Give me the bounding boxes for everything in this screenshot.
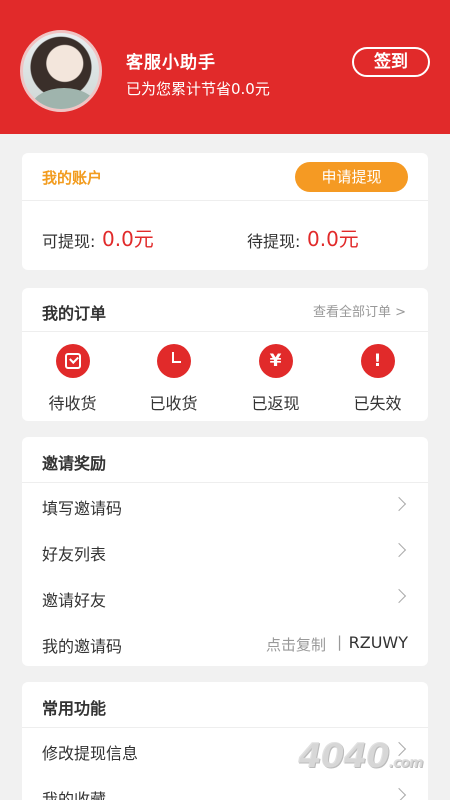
divider (22, 200, 428, 201)
saved-amount-text: 已为您累计节省0.0元 (126, 80, 270, 98)
invite-card: 邀请奖励 填写邀请码 好友列表 邀请好友 我的邀请码 点击复制 | RZUWY (22, 437, 428, 666)
watermark-text: 4040 (298, 736, 390, 776)
order-label: 待收货 (48, 394, 97, 413)
order-received[interactable]: 已收货 (123, 344, 224, 414)
account-card: 我的账户 申请提现 可提现: 0.0元 待提现: 0.0元 (22, 153, 428, 270)
chevron-right-icon (391, 588, 407, 604)
invite-code-value: RZUWY (348, 633, 408, 652)
yen-icon: ¥ (258, 344, 293, 378)
signin-button[interactable]: 签到 (352, 47, 430, 77)
pending-value: 0.0元 (307, 227, 359, 251)
apply-withdraw-button[interactable]: 申请提现 (295, 162, 408, 192)
avatar[interactable] (20, 30, 102, 112)
view-all-orders-link[interactable]: 查看全部订单 > (313, 301, 406, 320)
row-label: 邀请好友 (42, 591, 107, 610)
order-cashback[interactable]: ¥ 已返现 (225, 344, 326, 414)
exclamation-icon: ! (360, 344, 395, 378)
watermark-suffix: .com (388, 755, 424, 771)
common-title: 常用功能 (42, 699, 107, 718)
clock-icon (156, 344, 191, 378)
orders-title: 我的订单 (42, 304, 107, 323)
order-pending-receipt[interactable]: 待收货 (22, 344, 123, 414)
orders-card: 我的订单 查看全部订单 > 待收货 已收货 ¥ 已返现 ! 已失效 (22, 288, 428, 421)
chevron-right-icon (391, 542, 407, 558)
copy-code-button[interactable]: 点击复制 (266, 634, 326, 655)
account-title: 我的账户 (42, 169, 103, 187)
pending-label: 待提现: (247, 232, 301, 251)
row-label: 我的邀请码 (42, 637, 123, 656)
order-expired[interactable]: ! 已失效 (327, 344, 428, 414)
available-label: 可提现: (42, 232, 96, 251)
divider (22, 331, 428, 332)
row-label: 我的收藏 (42, 790, 107, 800)
invite-title: 邀请奖励 (42, 454, 107, 473)
watermark-logo: 4040.com (298, 736, 424, 776)
my-invite-code-row: 我的邀请码 点击复制 | RZUWY (22, 621, 428, 667)
my-favorites-row[interactable]: 我的收藏 (22, 774, 428, 800)
profile-header: 客服小助手 已为您累计节省0.0元 签到 (0, 0, 450, 134)
order-label: 已返现 (251, 394, 300, 413)
row-label: 修改提现信息 (42, 744, 139, 763)
available-value: 0.0元 (102, 227, 154, 251)
order-label: 已失效 (353, 394, 402, 413)
chevron-right-icon (391, 787, 407, 800)
user-name: 客服小助手 (126, 53, 216, 73)
chevron-right-icon (391, 496, 407, 512)
friend-list-row[interactable]: 好友列表 (22, 529, 428, 575)
row-label: 填写邀请码 (42, 499, 123, 518)
separator: | (336, 633, 342, 651)
order-label: 已收货 (149, 394, 198, 413)
check-box-icon (55, 344, 90, 378)
enter-invite-code-row[interactable]: 填写邀请码 (22, 483, 428, 529)
invite-friends-row[interactable]: 邀请好友 (22, 575, 428, 621)
row-label: 好友列表 (42, 545, 107, 564)
